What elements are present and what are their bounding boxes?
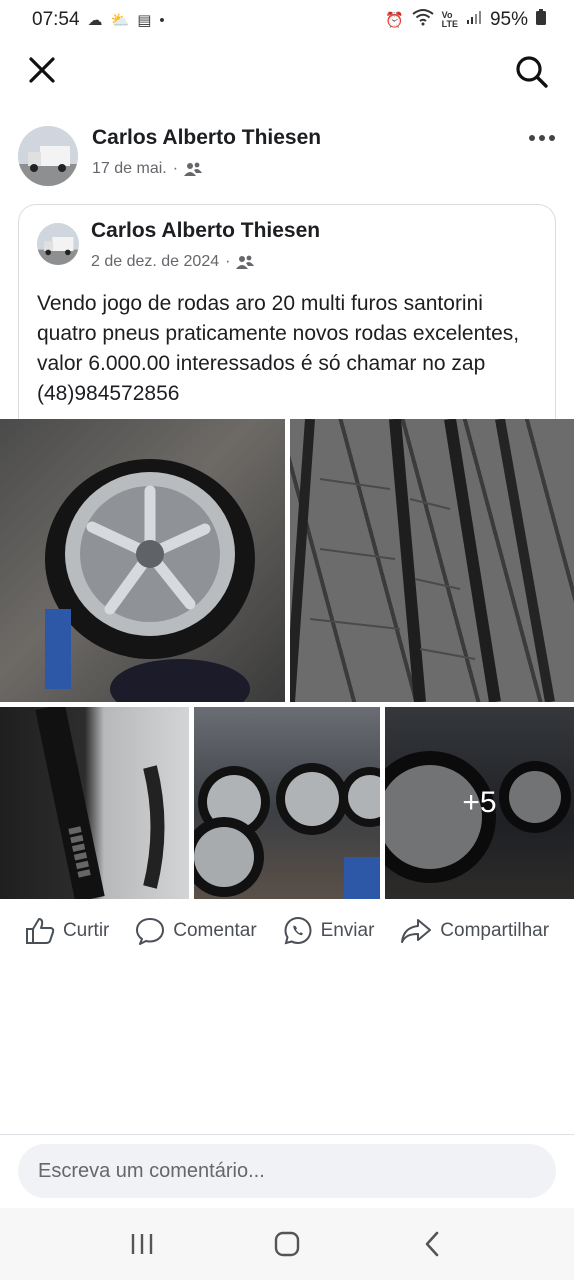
- status-bar: 07:54 ☁ ⛅ ▤ • ⏰ Vo LTE 95%: [0, 0, 574, 40]
- home-button[interactable]: [257, 1214, 317, 1274]
- meta-separator: ·: [225, 253, 231, 270]
- weather-icon: ⛅: [110, 12, 130, 29]
- whatsapp-icon: [284, 916, 312, 945]
- system-nav-bar: [0, 1208, 574, 1280]
- photo-more[interactable]: +5: [385, 707, 574, 899]
- signal-icon: [466, 9, 482, 31]
- like-button[interactable]: Curtir: [25, 917, 109, 945]
- friends-icon: [184, 162, 203, 176]
- post-header: Carlos Alberto Thiesen 17 de mai. ·: [0, 120, 574, 192]
- search-icon: [516, 56, 548, 88]
- close-icon: [29, 57, 55, 83]
- battery-icon: [536, 9, 546, 31]
- status-time: 07:54: [32, 9, 80, 30]
- shared-post-meta: 2 de dez. de 2024 ·: [91, 253, 255, 271]
- battery-percent: 95%: [489, 9, 528, 30]
- share-label: Compartilhar: [440, 920, 550, 941]
- top-bar: [0, 40, 574, 104]
- more-options-icon: [529, 135, 555, 141]
- photo-tire-tread[interactable]: [290, 419, 574, 702]
- photo-wheel-tire[interactable]: [0, 419, 285, 702]
- alarm-icon: ⏰: [384, 12, 404, 29]
- share-button[interactable]: Compartilhar: [400, 917, 549, 945]
- search-button[interactable]: [512, 52, 552, 92]
- more-photos-count[interactable]: +5: [385, 707, 574, 899]
- comment-button[interactable]: Comentar: [135, 917, 257, 945]
- shared-author-name[interactable]: Carlos Alberto Thiesen: [91, 219, 320, 243]
- wifi-icon: [412, 8, 434, 32]
- shared-avatar[interactable]: [37, 223, 79, 265]
- comment-icon: [136, 918, 165, 945]
- divider: [0, 1134, 574, 1135]
- volte-icon: Vo LTE: [441, 10, 458, 29]
- post-date[interactable]: 17 de mai.: [92, 160, 167, 178]
- shared-post-date[interactable]: 2 de dez. de 2024: [91, 253, 219, 271]
- like-icon: [25, 918, 55, 944]
- action-bar: Curtir Comentar Enviar Compartilhar: [0, 908, 574, 954]
- photo-tire-sidewall[interactable]: ▮▮▮▮▮▮: [0, 707, 189, 899]
- photo-grid: ▮▮▮▮▮▮ +5: [0, 419, 574, 899]
- calendar-icon: ▤: [137, 12, 152, 29]
- meta-separator: ·: [172, 160, 179, 177]
- share-icon: [401, 919, 432, 943]
- more-options-button[interactable]: [526, 124, 558, 152]
- comment-input[interactable]: [18, 1144, 556, 1198]
- recents-icon: [132, 1234, 153, 1254]
- cloud-icon: ☁: [87, 12, 103, 29]
- send-label: Enviar: [320, 920, 375, 941]
- comment-label: Comentar: [173, 920, 257, 941]
- post-text: Vendo jogo de rodas aro 20 multi furos s…: [37, 292, 520, 405]
- like-label: Curtir: [62, 920, 110, 941]
- close-button[interactable]: [24, 52, 60, 88]
- author-name[interactable]: Carlos Alberto Thiesen: [92, 126, 321, 150]
- home-icon: [274, 1231, 300, 1257]
- avatar[interactable]: [18, 126, 78, 186]
- dot-icon: •: [159, 11, 165, 29]
- post-meta: 17 de mai. ·: [92, 160, 203, 178]
- back-button[interactable]: [402, 1214, 462, 1274]
- shared-post-card[interactable]: Carlos Alberto Thiesen 2 de dez. de 2024…: [18, 204, 556, 420]
- send-button[interactable]: Enviar: [283, 916, 375, 946]
- recents-button[interactable]: [112, 1214, 172, 1274]
- photo-wheels-set[interactable]: [194, 707, 380, 899]
- friends-icon: [236, 255, 255, 269]
- back-icon: [425, 1231, 438, 1257]
